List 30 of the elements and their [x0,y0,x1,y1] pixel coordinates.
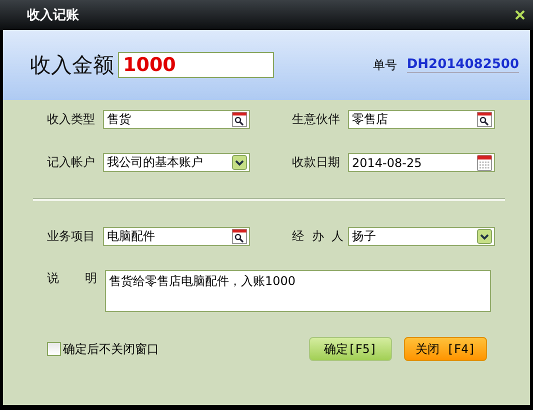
field-label: 记入帐户 [47,154,96,171]
input-field[interactable]: 零售店 [348,110,495,129]
input-field[interactable]: 电脑配件 [103,227,250,246]
description-field[interactable]: 售货给零售店电脑配件，入账1000 [105,270,491,312]
confirm-button[interactable]: 确定[F5] [309,337,392,361]
dropdown-icon[interactable] [477,229,492,244]
input-field[interactable]: 我公司的基本账户 [103,153,250,172]
calendar-icon[interactable] [477,154,492,171]
search-icon[interactable] [477,112,492,127]
amount-label: 收入金额 [30,52,114,79]
search-icon[interactable] [232,229,247,244]
checkbox-label: 确定后不关闭窗口 [63,340,159,358]
order-number-label: 单号 [372,56,397,74]
field-label: 业务项目 [47,228,96,245]
close-icon[interactable] [515,10,525,20]
order-number-link[interactable]: DH2014082500 [406,57,519,73]
field-label: 经 办 人 [292,228,345,245]
window-title: 收入记账 [27,6,79,24]
dropdown-icon[interactable] [232,155,247,170]
field-label: 生意伙伴 [292,111,341,128]
input-field[interactable]: 扬子 [348,227,495,246]
input-field[interactable]: 2014-08-25 [348,153,495,172]
input-field[interactable]: 售货 [103,110,250,129]
field-label: 收入类型 [47,111,96,128]
description-label: 说 明 [47,270,98,287]
amount-field[interactable]: 1000 [118,52,274,78]
checkbox[interactable] [47,342,61,356]
field-label: 收款日期 [292,154,341,171]
close-button[interactable]: 关闭 [F4] [404,337,487,361]
search-icon[interactable] [232,112,247,127]
